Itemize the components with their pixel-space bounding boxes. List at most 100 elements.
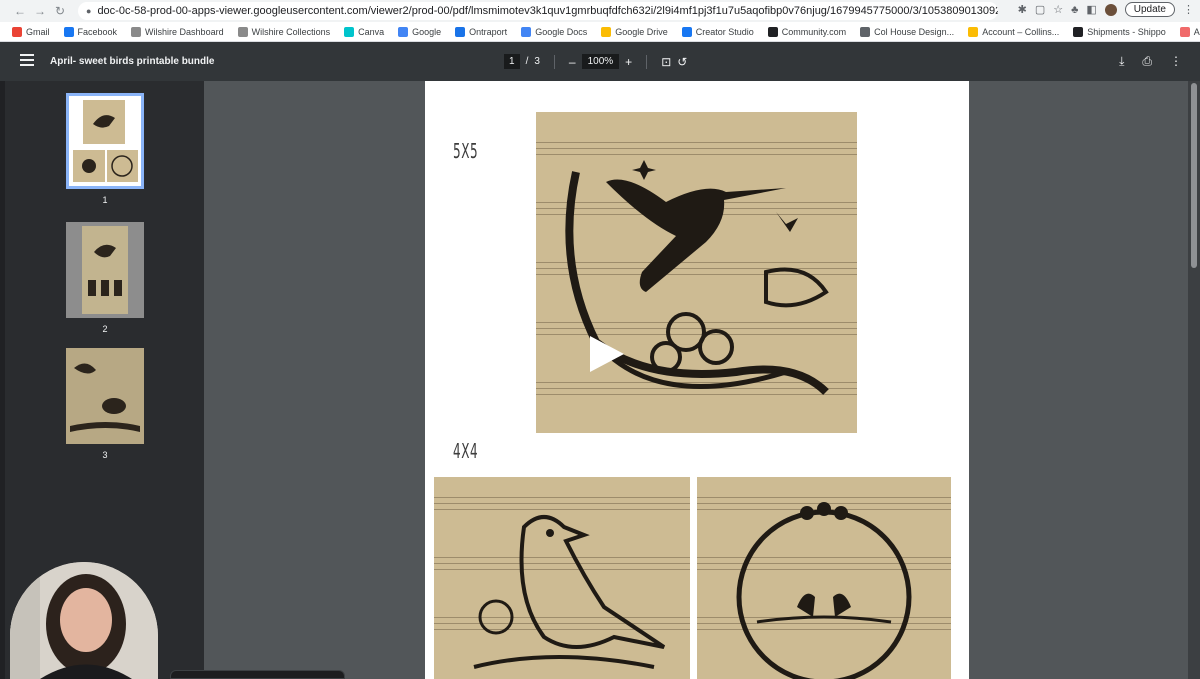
more-options-icon[interactable]: ⋮ <box>1170 54 1182 69</box>
bookmark-icon <box>398 26 409 37</box>
update-button[interactable]: Update <box>1124 2 1175 17</box>
kebab-menu-icon[interactable]: ⋮ <box>1183 3 1194 16</box>
bookmark-icon <box>344 26 355 37</box>
forward-icon[interactable]: → <box>30 4 50 18</box>
bookmark-item[interactable]: Canva <box>344 26 385 37</box>
bookmark-item[interactable]: Account – Collins... <box>968 26 1060 37</box>
bookmark-label: Wilshire Dashboard <box>145 26 224 37</box>
size-label-5x5: 5X5 <box>453 139 479 163</box>
bookmark-item[interactable]: Ontraport <box>455 26 508 37</box>
address-bar[interactable]: ● doc-0c-58-prod-00-apps-viewer.googleus… <box>78 2 998 20</box>
bookmark-icon <box>63 26 74 37</box>
thumbnail-label: 1 <box>102 195 108 205</box>
pdf-viewer[interactable]: 5X5 4X4 <box>204 81 1188 679</box>
thumbnail-label: 2 <box>102 324 108 334</box>
fit-page-icon[interactable]: ⊡ <box>661 55 671 69</box>
bookmark-icon <box>131 26 142 37</box>
bookmark-item[interactable]: Community.com <box>767 26 847 37</box>
bookmark-item[interactable]: Creator Studio <box>681 26 754 37</box>
avatar[interactable] <box>1104 3 1117 16</box>
rotate-icon[interactable]: ↺ <box>677 55 687 69</box>
thumbnail-page-1[interactable]: 1 <box>66 93 144 205</box>
bookmark-icon <box>1179 26 1190 37</box>
total-pages: 3 <box>534 56 540 67</box>
star-icon[interactable]: ☆ <box>1053 3 1063 16</box>
recording-controls[interactable] <box>170 670 345 679</box>
thumbnail-image <box>66 93 144 189</box>
scrollbar-thumb[interactable] <box>1191 83 1197 268</box>
scrollbar[interactable] <box>1188 81 1200 679</box>
sparrow-illustration <box>473 515 666 669</box>
extensions-icon[interactable]: ✱ <box>1018 3 1027 16</box>
bookmark-item[interactable]: Shipments - Shippo <box>1073 26 1166 37</box>
pdf-toolbar: April- sweet birds printable bundle 1 / … <box>0 42 1200 81</box>
bookmark-item[interactable]: Google Drive <box>601 26 668 37</box>
print-icon[interactable]: ⎙ <box>1142 54 1152 69</box>
bookmark-icon <box>681 26 692 37</box>
zoom-input[interactable]: 100% <box>581 54 620 69</box>
sparrow-print <box>434 477 690 679</box>
bookmark-label: Shipments - Shippo <box>1087 26 1166 37</box>
thumbnail-page-2[interactable]: 2 <box>66 222 144 334</box>
bookmark-item[interactable]: Wilshire Dashboard <box>131 26 224 37</box>
menu-icon[interactable] <box>20 54 34 66</box>
browser-top-bar: ← → ↻ ● doc-0c-58-prod-00-apps-viewer.go… <box>0 0 1200 22</box>
bookmark-item[interactable]: Google Docs <box>521 26 588 37</box>
document-title: April- sweet birds printable bundle <box>50 56 215 67</box>
bookmark-label: Asana <box>1193 26 1200 37</box>
bookmark-icon <box>237 26 248 37</box>
bookmark-icon <box>521 26 532 37</box>
bookmark-icon <box>601 26 612 37</box>
bookmark-item[interactable]: Google <box>398 26 442 37</box>
zoom-out-button[interactable]: – <box>569 55 576 69</box>
download-icon[interactable]: ⤓ <box>1119 54 1124 69</box>
bookmark-label: Google <box>412 26 442 37</box>
bookmark-label: Col House Design... <box>874 26 955 37</box>
bookmark-icon <box>767 26 778 37</box>
bookmark-label: Wilshire Collections <box>251 26 331 37</box>
url-text: doc-0c-58-prod-00-apps-viewer.googleuser… <box>97 5 998 17</box>
back-icon[interactable]: ← <box>10 4 30 18</box>
bookmark-item[interactable]: Gmail <box>12 26 50 37</box>
bookmark-label: Gmail <box>26 26 50 37</box>
zoom-in-button[interactable]: + <box>625 55 632 69</box>
bookmark-item[interactable]: Wilshire Collections <box>237 26 331 37</box>
bookmark-label: Facebook <box>77 26 118 37</box>
size-label-4x4: 4X4 <box>453 439 479 463</box>
bookmark-label: Creator Studio <box>695 26 754 37</box>
page-number-input[interactable]: 1 <box>504 54 520 69</box>
hummingbird-print <box>536 112 857 433</box>
bookmark-label: Google Drive <box>615 26 668 37</box>
pdf-page: 5X5 4X4 <box>425 81 969 679</box>
bookmark-item[interactable]: Facebook <box>63 26 118 37</box>
bookmark-label: Community.com <box>781 26 847 37</box>
thumbnail-page-3[interactable]: 3 <box>66 348 144 460</box>
divider <box>553 54 555 69</box>
thumbnail-label: 3 <box>102 450 108 460</box>
puzzle-icon[interactable]: ♣ <box>1071 4 1078 16</box>
reload-icon[interactable]: ↻ <box>50 4 70 18</box>
thumbnail-image <box>66 348 144 444</box>
bookmark-label: Canva <box>358 26 385 37</box>
bookmark-label: Ontraport <box>469 26 508 37</box>
bookmark-icon <box>12 26 22 37</box>
sidepanel-icon[interactable]: ◧ <box>1086 3 1096 16</box>
bookmark-item[interactable]: Col House Design... <box>860 26 955 37</box>
bookmark-icon <box>455 26 466 37</box>
share-icon[interactable]: ▢ <box>1035 3 1045 16</box>
bookmark-label: Account – Collins... <box>982 26 1060 37</box>
bookmark-icon <box>860 26 871 37</box>
page-separator: / <box>525 56 529 67</box>
divider <box>646 54 648 69</box>
bookmark-item[interactable]: Asana <box>1179 26 1200 37</box>
thumbnail-image <box>66 222 144 318</box>
play-icon[interactable] <box>586 334 626 374</box>
hummingbird-illustration <box>565 160 829 395</box>
bookmarks-bar: Gmail Facebook Wilshire Dashboard Wilshire … <box>0 22 1200 42</box>
love-birds-illustration <box>736 502 912 679</box>
bookmark-icon <box>968 26 979 37</box>
love-birds-print <box>697 477 951 679</box>
bookmark-label: Google Docs <box>535 26 588 37</box>
lock-icon: ● <box>86 6 92 16</box>
bookmark-icon <box>1073 26 1084 37</box>
